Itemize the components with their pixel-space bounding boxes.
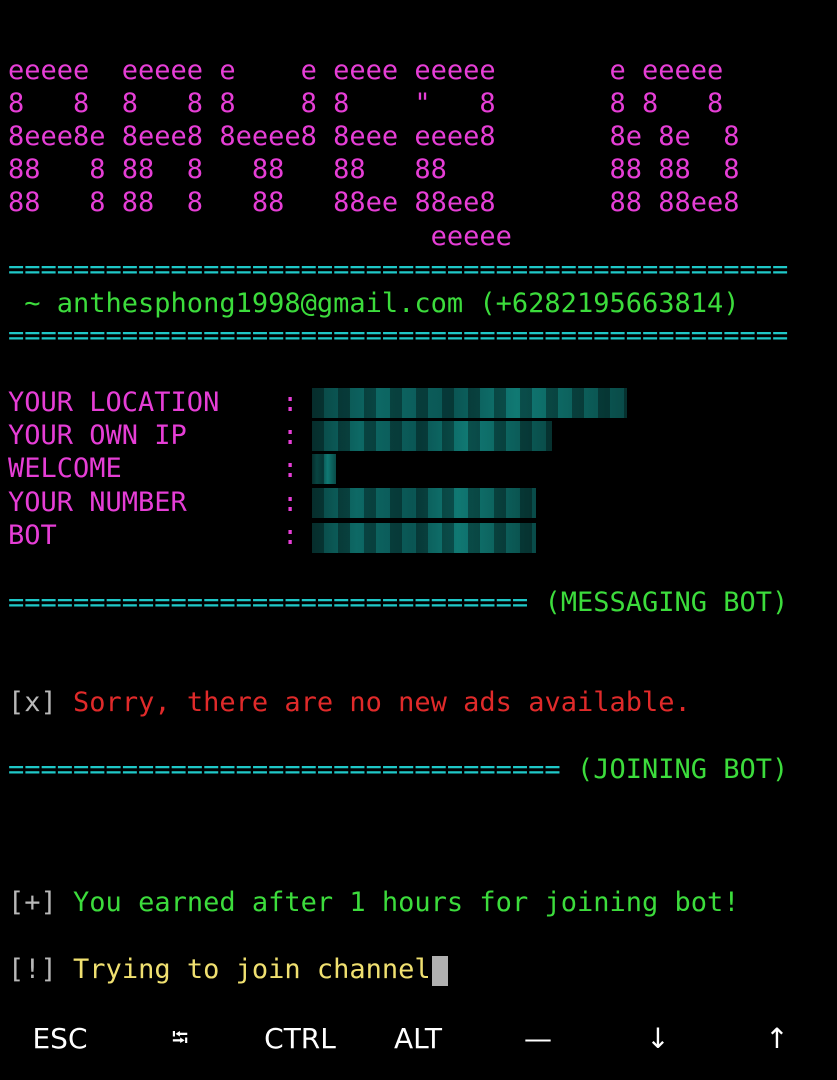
- info-colon: :: [282, 520, 299, 551]
- messaging-header: ================================ (MESSAG…: [8, 586, 788, 619]
- info-label-ip: YOUR OWN IP: [8, 420, 187, 451]
- info-label-location: YOUR LOCATION: [8, 387, 220, 418]
- banner-line: 8eee8e 8eee8 8eeee8 8eee eeee8 8e 8e 8: [8, 121, 740, 152]
- info-label-number: YOUR NUMBER: [8, 487, 187, 518]
- arrow-down-key[interactable]: ↓: [598, 1015, 718, 1063]
- info-label-welcome: WELCOME: [8, 453, 122, 484]
- separator-line: ========================================…: [8, 320, 789, 351]
- esc-key[interactable]: ESC: [0, 1015, 120, 1063]
- info-label-bot: BOT: [8, 520, 57, 551]
- contact-line: ~ anthesphong1998@gmail.com (+6282195663…: [8, 288, 740, 319]
- info-colon: :: [282, 453, 299, 484]
- info-colon: :: [282, 487, 299, 518]
- redacted-value: [312, 421, 552, 451]
- separator-line: ================================: [8, 587, 529, 618]
- extra-keys-bar: ESC ⭾ CTRL ALT — ↓ ↑: [0, 1005, 837, 1075]
- messaging-title: (MESSAGING BOT): [544, 587, 789, 618]
- redacted-value: [312, 388, 627, 418]
- joining-header: ================================== (JOIN…: [8, 753, 788, 786]
- status-text: Sorry, there are no new ads available.: [73, 687, 691, 718]
- status-prefix: [+]: [8, 887, 57, 918]
- tab-key[interactable]: ⭾: [120, 1015, 240, 1063]
- messaging-status: [x] Sorry, there are no new ads availabl…: [8, 686, 691, 719]
- info-colon: :: [282, 387, 299, 418]
- info-colon: :: [282, 420, 299, 451]
- redacted-value: [312, 488, 536, 518]
- banner-line: 88 8 88 8 88 88 88 88 88 8: [8, 154, 740, 185]
- arrow-up-key[interactable]: ↑: [717, 1015, 837, 1063]
- alt-key[interactable]: ALT: [358, 1015, 478, 1063]
- earned-line: [+] You earned after 1 hours for joining…: [8, 886, 740, 919]
- trying-line: [!] Trying to join channel: [8, 953, 448, 986]
- dash-key[interactable]: —: [478, 1015, 598, 1063]
- separator-line: ========================================…: [8, 254, 789, 285]
- text-cursor: [431, 955, 448, 986]
- status-prefix: [!]: [8, 954, 57, 985]
- banner-line: 8 8 8 8 8 8 8 " 8 8 8 8: [8, 88, 724, 119]
- status-prefix: [x]: [8, 687, 57, 718]
- redacted-value: [312, 454, 336, 484]
- ctrl-key[interactable]: CTRL: [240, 1015, 360, 1063]
- banner-line: eeeee: [8, 221, 512, 252]
- separator-line: ==================================: [8, 754, 561, 785]
- earned-text: You earned after 1 hours for joining bot…: [73, 887, 740, 918]
- banner-line: eeeee eeeee e e eeee eeeee e eeeee: [8, 55, 724, 86]
- banner-line: 88 8 88 8 88 88ee 88ee8 88 88ee8: [8, 187, 740, 218]
- joining-title: (JOINING BOT): [576, 754, 789, 785]
- trying-text: Trying to join channel: [73, 954, 431, 985]
- redacted-value: [312, 523, 536, 553]
